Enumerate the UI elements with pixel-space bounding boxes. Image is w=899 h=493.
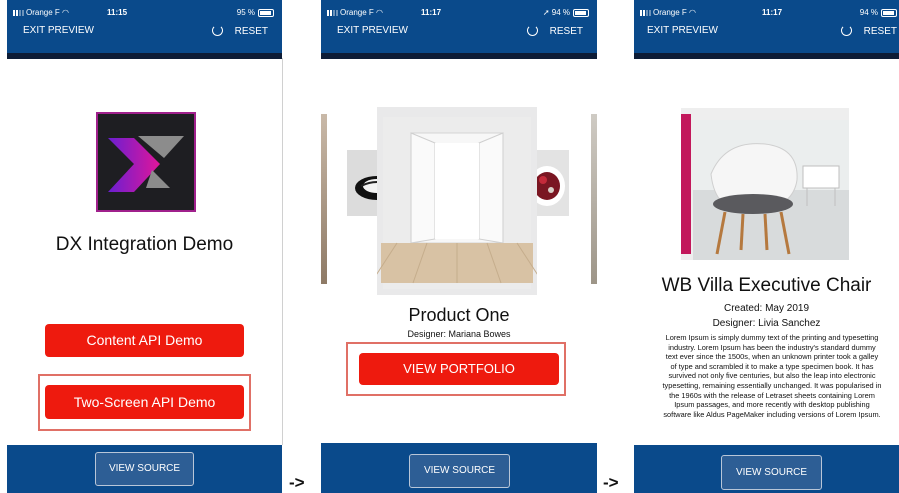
carousel-edge-card-left[interactable] — [321, 114, 327, 284]
view-source-button[interactable]: VIEW SOURCE — [721, 455, 822, 490]
content-api-demo-button[interactable]: Content API Demo — [45, 324, 244, 357]
top-bar: Orange F ◠ 11:17 ➚ 94 % EXIT PREVIEW RES… — [321, 0, 597, 53]
carousel-card-next[interactable] — [537, 150, 569, 216]
flow-arrow: -> — [603, 473, 619, 492]
header-divider — [321, 53, 597, 59]
bottom-bar: VIEW SOURCE — [7, 445, 282, 493]
product-created: Created: May 2019 — [723, 303, 810, 314]
view-portfolio-button[interactable]: VIEW PORTFOLIO — [359, 353, 559, 385]
top-bar: Orange F ◠ 11:15 95 % EXIT PREVIEW RESET — [7, 0, 282, 53]
status-carrier: Orange F ◠ — [13, 8, 69, 17]
product-title: Product One — [408, 305, 510, 325]
bowl-image — [537, 150, 569, 216]
chair-image — [681, 114, 849, 260]
battery-icon — [258, 8, 274, 17]
location-icon: ➚ — [542, 8, 550, 17]
product-title: WB Villa Executive Chair — [661, 275, 872, 296]
bottom-bar: VIEW SOURCE — [634, 445, 899, 493]
status-battery: 94 % — [860, 8, 897, 17]
screen-product-detail: Orange F ◠ 11:17 94 % EXIT PREVIEW RESET… — [634, 0, 899, 493]
status-time: 11:17 — [421, 8, 442, 17]
top-bar: Orange F ◠ 11:17 94 % EXIT PREVIEW RESET — [634, 0, 899, 53]
dx-logo-graphic — [108, 136, 184, 192]
status-time: 11:17 — [762, 8, 783, 17]
status-battery: 95 % — [237, 8, 274, 17]
two-screen-api-demo-button[interactable]: Two-Screen API Demo — [45, 385, 244, 419]
product-designer: Designer: Livia Sanchez — [712, 318, 821, 329]
battery-icon — [573, 8, 589, 17]
header-divider — [634, 53, 899, 59]
status-battery: ➚ 94 % — [543, 8, 589, 17]
signal-icon — [640, 9, 651, 16]
flow-arrow: -> — [289, 473, 305, 492]
product-designer: Designer: Mariana Bowes — [407, 329, 511, 339]
wifi-icon: ◠ — [689, 8, 697, 17]
wifi-icon: ◠ — [62, 8, 70, 17]
screen-home: Orange F ◠ 11:15 95 % EXIT PREVIEW RESET… — [7, 0, 282, 493]
status-time: 11:15 — [107, 8, 128, 17]
bottom-bar: VIEW SOURCE — [321, 443, 597, 493]
reset-button[interactable]: RESET — [840, 25, 897, 37]
dx-logo-icon — [96, 112, 196, 212]
product-description: Lorem Ipsum is simply dummy text of the … — [662, 333, 882, 419]
reset-icon — [840, 25, 852, 36]
signal-icon — [327, 9, 338, 16]
status-carrier: Orange F ◠ — [640, 8, 696, 17]
view-source-button[interactable]: VIEW SOURCE — [409, 454, 510, 488]
wifi-icon: ◠ — [376, 8, 384, 17]
carousel-card-active[interactable] — [370, 107, 544, 295]
status-carrier: Orange F ◠ — [327, 8, 383, 17]
app-title: DX Integration Demo — [55, 234, 234, 255]
header-divider — [7, 53, 282, 59]
reset-button[interactable]: RESET — [211, 25, 268, 37]
reset-button[interactable]: RESET — [526, 25, 583, 37]
door-image — [370, 107, 544, 295]
exit-preview-button[interactable]: EXIT PREVIEW — [647, 25, 718, 36]
reset-icon — [211, 25, 223, 36]
signal-icon — [13, 9, 24, 16]
battery-icon — [881, 8, 897, 17]
reset-icon — [526, 25, 538, 36]
exit-preview-button[interactable]: EXIT PREVIEW — [23, 25, 94, 36]
carousel-edge-card-right[interactable] — [591, 114, 597, 284]
product-image — [681, 108, 849, 260]
divider-line — [282, 58, 283, 445]
screen-carousel: Orange F ◠ 11:17 ➚ 94 % EXIT PREVIEW RES… — [321, 0, 597, 493]
view-source-button[interactable]: VIEW SOURCE — [95, 452, 194, 486]
exit-preview-button[interactable]: EXIT PREVIEW — [337, 25, 408, 36]
